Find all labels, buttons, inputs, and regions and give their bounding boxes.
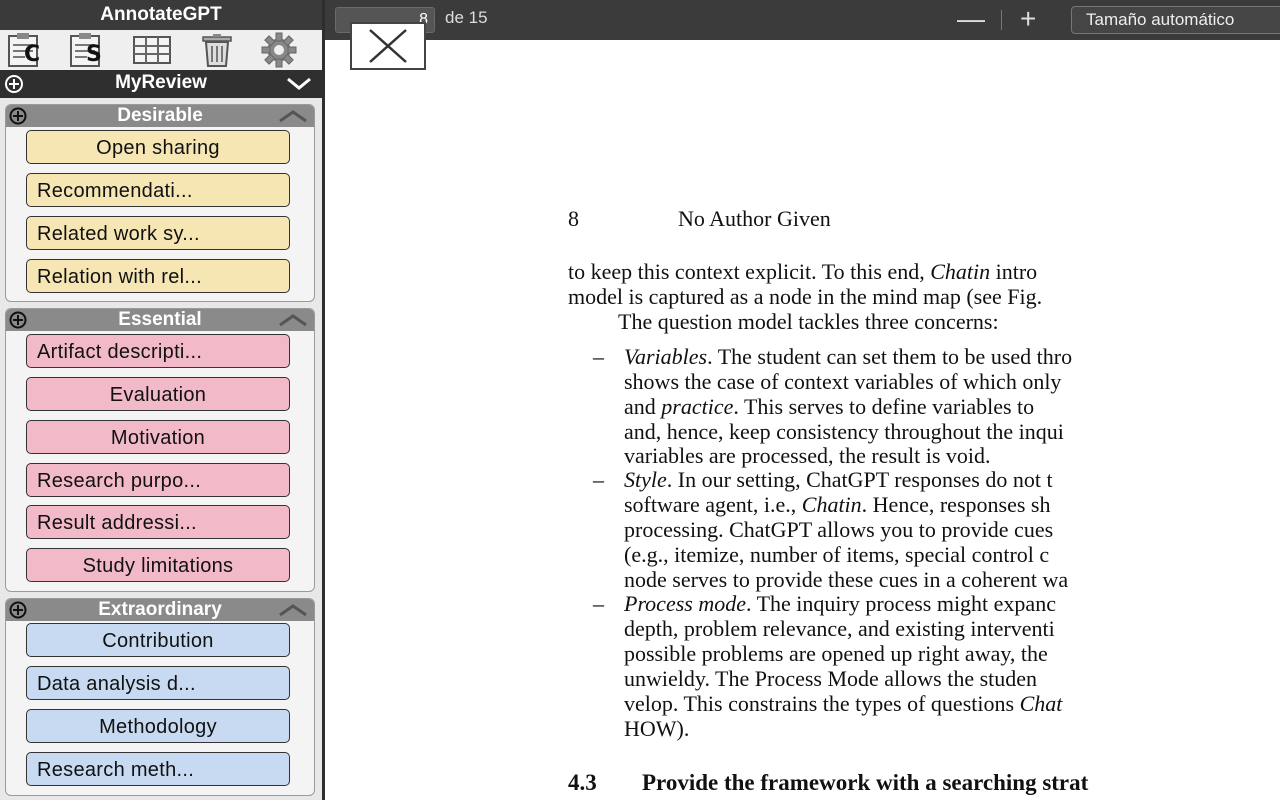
code-button-methodology[interactable]: Methodology (26, 709, 290, 743)
code-button-relation-with-related[interactable]: Relation with rel... (26, 259, 290, 293)
text-line: shows the case of context variables of w… (624, 369, 1062, 394)
canvas-tool-button[interactable] (128, 30, 178, 70)
code-button-motivation[interactable]: Motivation (26, 420, 290, 454)
tool-letter-s: S (86, 42, 102, 67)
add-code-icon[interactable] (9, 107, 27, 125)
code-button-result-addressing[interactable]: Result addressi... (26, 505, 290, 539)
annotation-sidebar: AnnotateGPT C S MyReview Desirable Open … (0, 0, 322, 800)
gear-icon (261, 32, 297, 68)
theme-group-desirable: Desirable Open sharing Recommendati... R… (5, 104, 315, 302)
pdf-toolbar: 8 de 15 — + Tamaño automático (325, 0, 1280, 40)
zoom-select[interactable]: Tamaño automático (1071, 6, 1280, 34)
chevron-down-icon[interactable] (286, 77, 312, 91)
text-line: software agent, i.e., Chatin. Hence, res… (624, 492, 1051, 517)
bullet-mark: – (593, 344, 604, 369)
zoom-in-button[interactable]: + (1020, 4, 1036, 34)
trash-icon (202, 34, 232, 67)
text-line: possible problems are opened up right aw… (624, 641, 1048, 666)
text-line: and, hence, keep consistency throughout … (624, 419, 1064, 444)
text-line: unwieldy. The Process Mode allows the st… (624, 666, 1038, 691)
text-line: model is captured as a node in the mind … (568, 284, 1043, 309)
close-button[interactable] (350, 22, 426, 70)
close-icon (369, 29, 407, 63)
text-line: to keep this context explicit. To this e… (568, 259, 1038, 284)
chevron-up-icon[interactable] (278, 604, 308, 617)
chevron-up-icon[interactable] (278, 110, 308, 123)
page-number: 8 (568, 206, 579, 231)
text-line: (e.g., itemize, number of items, special… (624, 542, 1050, 567)
app-title: AnnotateGPT (0, 0, 322, 30)
codebook-tool-button[interactable]: C (2, 30, 52, 70)
text-line: variables are processed, the result is v… (624, 443, 991, 468)
text-line: Style. In our setting, ChatGPT responses… (624, 467, 1053, 492)
review-name: MyReview (115, 72, 207, 93)
text-line: depth, problem relevance, and existing i… (624, 616, 1055, 641)
section-number: 4.3 (568, 770, 597, 795)
add-code-icon[interactable] (9, 601, 27, 619)
code-button-open-sharing[interactable]: Open sharing (26, 130, 290, 164)
bullet-mark: – (593, 467, 604, 492)
text-line: Variables. The student can set them to b… (624, 344, 1073, 369)
page-count-label: de 15 (445, 8, 488, 27)
text-line: HOW). (624, 716, 690, 741)
toolbar-separator (1001, 10, 1002, 30)
text-line: The question model tackles three concern… (618, 309, 999, 334)
chevron-up-icon[interactable] (278, 314, 308, 327)
theme-name: Essential (118, 309, 202, 330)
bullet-mark: – (593, 591, 604, 616)
text-line: Process mode. The inquiry process might … (624, 591, 1056, 616)
section-heading: Provide the framework with a searching s… (642, 770, 1089, 795)
text-line: processing. ChatGPT allows you to provid… (624, 517, 1054, 542)
settings-tool-button[interactable] (254, 30, 304, 70)
text-line: velop. This constrains the types of ques… (624, 691, 1063, 716)
zoom-out-button[interactable]: — (957, 4, 985, 34)
code-button-research-purpose[interactable]: Research purpo... (26, 463, 290, 497)
text-line: node serves to provide these cues in a c… (624, 567, 1069, 592)
summary-tool-button[interactable]: S (64, 30, 114, 70)
code-button-contribution[interactable]: Contribution (26, 623, 290, 657)
code-button-evaluation[interactable]: Evaluation (26, 377, 290, 411)
theme-header-desirable[interactable]: Desirable (6, 105, 314, 127)
running-head: No Author Given (678, 206, 831, 231)
add-code-icon[interactable] (9, 311, 27, 329)
tool-letter-c: C (24, 42, 41, 67)
sidebar-toolbar: C S (0, 30, 322, 70)
code-button-recommendation[interactable]: Recommendati... (26, 173, 290, 207)
theme-header-extraordinary[interactable]: Extraordinary (6, 599, 314, 621)
theme-name: Extraordinary (98, 599, 222, 620)
code-button-artifact-description[interactable]: Artifact descripti... (26, 334, 290, 368)
code-button-study-limitations[interactable]: Study limitations (26, 548, 290, 582)
grid-icon (133, 36, 171, 64)
code-button-research-method[interactable]: Research meth... (26, 752, 290, 786)
delete-tool-button[interactable] (192, 30, 242, 70)
review-selector[interactable]: MyReview (0, 70, 322, 98)
theme-name: Desirable (117, 105, 203, 126)
theme-group-essential: Essential Artifact descripti... Evaluati… (5, 308, 315, 592)
theme-header-essential[interactable]: Essential (6, 309, 314, 331)
text-line: and practice. This serves to define vari… (624, 394, 1035, 419)
code-button-related-work[interactable]: Related work sy... (26, 216, 290, 250)
theme-group-extraordinary: Extraordinary Contribution Data analysis… (5, 598, 315, 796)
code-button-data-analysis[interactable]: Data analysis d... (26, 666, 290, 700)
pdf-page: 8 No Author Given to keep this context e… (325, 40, 1280, 800)
